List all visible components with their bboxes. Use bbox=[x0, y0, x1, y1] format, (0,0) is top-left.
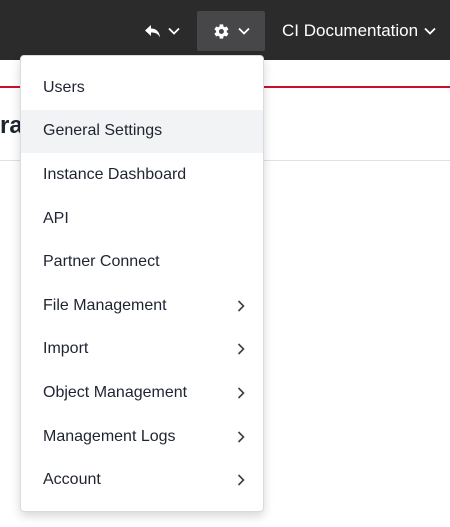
menu-item-object-management[interactable]: Object Management bbox=[21, 371, 263, 415]
menu-item-label: Account bbox=[43, 471, 101, 489]
undo-menu-button[interactable] bbox=[138, 11, 186, 51]
settings-menu-button[interactable] bbox=[197, 11, 265, 51]
chevron-right-icon bbox=[235, 300, 245, 312]
menu-item-label: API bbox=[43, 209, 69, 227]
menu-item-management-logs[interactable]: Management Logs bbox=[21, 415, 263, 459]
menu-item-api[interactable]: API bbox=[21, 197, 263, 241]
page: CI Documentation ra Users General Setting… bbox=[0, 0, 450, 527]
menu-item-label: General Settings bbox=[43, 122, 163, 140]
chevron-right-icon bbox=[235, 430, 245, 443]
account-label: CI Documentation bbox=[282, 21, 419, 40]
menu-item-instance-dashboard[interactable]: Instance Dashboard bbox=[21, 153, 263, 197]
menu-item-account[interactable]: Account bbox=[21, 458, 263, 502]
menu-item-import[interactable]: Import bbox=[21, 328, 263, 372]
account-menu-button[interactable]: CI Documentation bbox=[272, 11, 450, 51]
chevron-down-icon bbox=[168, 27, 180, 35]
chevron-down-icon bbox=[237, 27, 250, 35]
chevron-down-icon bbox=[424, 27, 436, 35]
top-navbar: CI Documentation bbox=[0, 0, 450, 60]
menu-item-general-settings[interactable]: General Settings bbox=[21, 109, 263, 154]
menu-item-label: Users bbox=[43, 78, 85, 96]
menu-item-label: Object Management bbox=[43, 383, 188, 401]
undo-icon bbox=[144, 23, 162, 39]
gear-icon bbox=[213, 23, 230, 40]
menu-item-users[interactable]: Users bbox=[21, 66, 263, 110]
settings-dropdown-menu: Users General Settings Instance Dashboard A… bbox=[20, 55, 264, 512]
menu-item-label: File Management bbox=[43, 296, 167, 314]
menu-item-label: Import bbox=[43, 340, 89, 358]
menu-item-label: Management Logs bbox=[43, 427, 176, 445]
menu-item-file-management[interactable]: File Management bbox=[21, 284, 263, 328]
chevron-right-icon bbox=[235, 343, 245, 355]
menu-item-partner-connect[interactable]: Partner Connect bbox=[21, 240, 263, 284]
chevron-right-icon bbox=[235, 474, 245, 486]
menu-item-label: Partner Connect bbox=[43, 253, 160, 271]
menu-item-label: Instance Dashboard bbox=[43, 165, 187, 183]
chevron-right-icon bbox=[235, 387, 245, 399]
